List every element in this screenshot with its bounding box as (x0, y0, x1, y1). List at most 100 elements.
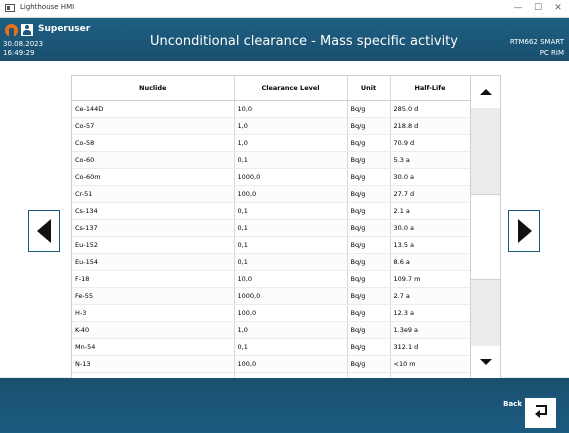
cell-nuclide: F-18 (72, 270, 235, 288)
arrow-left-icon (37, 219, 51, 243)
cell-clearance-level: 100,0 (234, 355, 348, 373)
cell-unit: Bq/g (347, 304, 391, 322)
window-titlebar: Lighthouse HMI — ☐ ✕ (0, 0, 569, 18)
table-header-row: Nuclide Clearance Level Unit Half-Life (72, 76, 470, 101)
table-row[interactable]: Fe-55 1000,0 Bq/g 2.7 a (72, 287, 470, 305)
cell-unit: Bq/g (347, 270, 391, 288)
cell-unit: Bq/g (347, 151, 391, 169)
table-row[interactable]: Co-57 1,0 Bq/g 218.8 d (72, 117, 470, 135)
nuclide-table: Nuclide Clearance Level Unit Half-Life C… (71, 75, 471, 379)
table-row[interactable]: F-18 10,0 Bq/g 109.7 m (72, 270, 470, 288)
cell-half-life: 27.7 d (390, 185, 470, 203)
cell-unit: Bq/g (347, 185, 391, 203)
table-row[interactable]: K-40 1,0 Bq/g 1.3e9 a (72, 321, 470, 339)
cell-half-life: 312.1 d (390, 338, 470, 356)
back-label: Back (503, 400, 522, 408)
cell-half-life: 30.0 a (390, 168, 470, 186)
cell-clearance-level: 10,0 (234, 270, 348, 288)
cell-nuclide: Cs-137 (72, 219, 235, 237)
cell-nuclide: Cr-51 (72, 185, 235, 203)
maximize-button[interactable]: ☐ (530, 2, 546, 14)
table-row[interactable]: Mn-54 0,1 Bq/g 312.1 d (72, 338, 470, 356)
table-row[interactable]: Cs-137 0,1 Bq/g 30.0 a (72, 219, 470, 237)
scroll-up-button[interactable] (471, 76, 500, 108)
app-header: Superuser 30.08.2023 16:49:29 Unconditio… (0, 18, 569, 61)
user-name: Superuser (38, 24, 91, 34)
cell-unit: Bq/g (347, 202, 391, 220)
cell-unit: Bq/g (347, 321, 391, 339)
cell-clearance-level: 1000,0 (234, 287, 348, 305)
cell-clearance-level: 1,0 (234, 117, 348, 135)
cell-clearance-level: 0,1 (234, 202, 348, 220)
table-row[interactable]: Eu-152 0,1 Bq/g 13.5 a (72, 236, 470, 254)
app-footer: Back (0, 378, 569, 433)
previous-page-button[interactable] (28, 210, 60, 252)
table-scrollbar[interactable] (471, 75, 501, 379)
cell-clearance-level: 1000,0 (234, 168, 348, 186)
cell-half-life: 2.1 a (390, 202, 470, 220)
cell-half-life: 70.9 d (390, 134, 470, 152)
next-page-button[interactable] (508, 210, 540, 252)
table-row[interactable]: Co-58 1,0 Bq/g 70.9 d (72, 134, 470, 152)
cell-nuclide: Ce-144D (72, 100, 235, 118)
cell-nuclide: Fe-55 (72, 287, 235, 305)
scroll-down-button[interactable] (471, 346, 500, 378)
table-row[interactable]: Ce-144D 10,0 Bq/g 285.0 d (72, 100, 470, 118)
column-header-half-life[interactable]: Half-Life (390, 76, 470, 101)
table-body: Ce-144D 10,0 Bq/g 285.0 d Co-57 1,0 Bq/g 218.8 … (72, 100, 470, 378)
cell-nuclide: Eu-152 (72, 236, 235, 254)
cell-unit: Bq/g (347, 219, 391, 237)
cell-half-life: 285.0 d (390, 100, 470, 118)
minimize-button[interactable]: — (510, 2, 526, 14)
brand-logo-icon (5, 24, 18, 37)
cell-half-life: 13.5 a (390, 236, 470, 254)
column-header-nuclide[interactable]: Nuclide (72, 76, 235, 101)
table-row[interactable]: Co-60m 1000,0 Bq/g 30.0 a (72, 168, 470, 186)
time-display: 16:49:29 (3, 49, 35, 57)
pc-name: PC RIM (539, 49, 564, 57)
cell-clearance-level: 0,1 (234, 253, 348, 271)
cell-clearance-level: 0,1 (234, 151, 348, 169)
cell-unit: Bq/g (347, 117, 391, 135)
back-button[interactable] (524, 397, 557, 429)
cell-nuclide: K-40 (72, 321, 235, 339)
cell-nuclide: Co-58 (72, 134, 235, 152)
cell-nuclide: H-3 (72, 304, 235, 322)
device-name: RTM662 SMART (509, 38, 564, 46)
cell-half-life: 12.3 a (390, 304, 470, 322)
cell-half-life: 5.3 a (390, 151, 470, 169)
table-row[interactable]: H-3 100,0 Bq/g 12.3 a (72, 304, 470, 322)
cell-unit: Bq/g (347, 355, 391, 373)
table-row[interactable]: Cr-51 100,0 Bq/g 27.7 d (72, 185, 470, 203)
cell-clearance-level: 1,0 (234, 321, 348, 339)
user-icon (21, 24, 33, 36)
date-display: 30.08.2023 (3, 40, 44, 48)
cell-nuclide: Co-60 (72, 151, 235, 169)
table-row[interactable]: Cs-134 0,1 Bq/g 2.1 a (72, 202, 470, 220)
cell-unit: Bq/g (347, 100, 391, 118)
scrollbar-thumb[interactable] (471, 194, 500, 280)
cell-clearance-level: 100,0 (234, 304, 348, 322)
cell-unit: Bq/g (347, 236, 391, 254)
cell-unit: Bq/g (347, 253, 391, 271)
cell-half-life: 109.7 m (390, 270, 470, 288)
cell-nuclide: Mn-54 (72, 338, 235, 356)
return-arrow-icon (535, 405, 547, 418)
cell-unit: Bq/g (347, 287, 391, 305)
cell-unit: Bq/g (347, 168, 391, 186)
cell-half-life: 30.0 a (390, 219, 470, 237)
table-row[interactable]: Eu-154 0,1 Bq/g 8.6 a (72, 253, 470, 271)
column-header-clearance-level[interactable]: Clearance Level (234, 76, 348, 101)
main-content: Nuclide Clearance Level Unit Half-Life C… (0, 61, 569, 379)
table-row[interactable]: N-13 100,0 Bq/g <10 m (72, 355, 470, 373)
cell-nuclide: Cs-134 (72, 202, 235, 220)
page-title: Unconditional clearance - Mass specific … (150, 34, 458, 49)
cell-clearance-level: 0,1 (234, 219, 348, 237)
close-button[interactable]: ✕ (550, 2, 566, 14)
cell-half-life: 8.6 a (390, 253, 470, 271)
cell-clearance-level: 10,0 (234, 100, 348, 118)
arrow-right-icon (518, 219, 532, 243)
column-header-unit[interactable]: Unit (347, 76, 391, 101)
cell-half-life: <10 m (390, 355, 470, 373)
table-row[interactable]: Co-60 0,1 Bq/g 5.3 a (72, 151, 470, 169)
